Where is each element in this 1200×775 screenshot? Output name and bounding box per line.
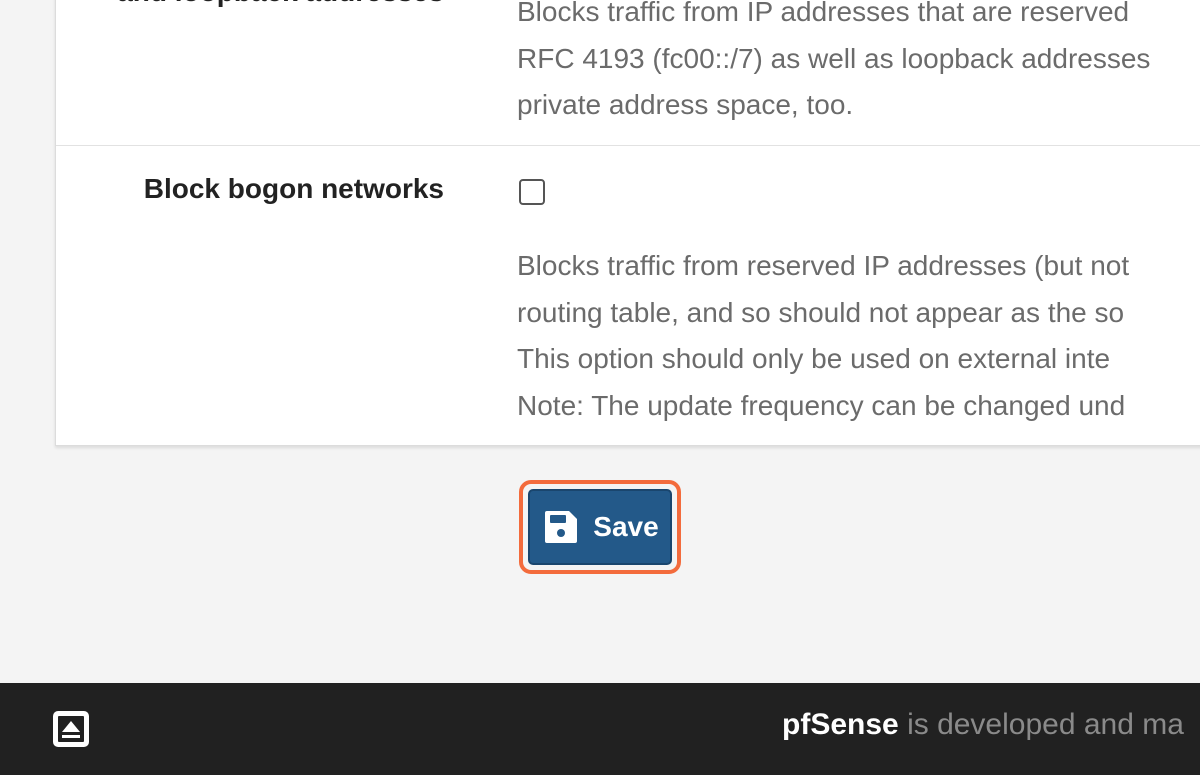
footer: pfSense is developed and ma xyxy=(0,683,1200,775)
settings-row-block-bogon: Block bogon networks Blocks traffic from… xyxy=(56,146,1200,445)
help-line: This option should only be used on exter… xyxy=(517,343,1111,374)
help-text: Blocks traffic from IP addresses that ar… xyxy=(517,0,1200,129)
save-button-highlight: Save xyxy=(519,480,681,574)
save-label: Save xyxy=(593,511,659,542)
settings-row-block-private: and loopback addresses Blocks traffic fr… xyxy=(56,0,1200,146)
help-line: RFC 4193 (fc00::/7) as well as loopback … xyxy=(517,42,1151,74)
row-label: and loopback addresses xyxy=(117,0,444,8)
footer-credit-text: is developed and ma xyxy=(907,708,1184,741)
row-field: Blocks traffic from reserved IP addresse… xyxy=(517,179,1200,429)
row-field: Blocks traffic from IP addresses that ar… xyxy=(517,0,1200,129)
help-line: routing table, and so should not appear … xyxy=(517,296,1125,328)
page: and loopback addresses Blocks traffic fr… xyxy=(0,0,1200,775)
help-line: Blocks traffic from reserved IP addresse… xyxy=(517,250,1130,281)
settings-panel: and loopback addresses Blocks traffic fr… xyxy=(55,0,1200,446)
row-label: Block bogon networks xyxy=(143,173,444,204)
pfsense-link[interactable]: pfSense xyxy=(782,708,899,741)
footer-credit: pfSense is developed and ma xyxy=(782,708,1184,742)
help-text: Blocks traffic from reserved IP addresse… xyxy=(517,243,1200,429)
save-button[interactable]: Save xyxy=(528,489,672,565)
scroll-to-top-icon[interactable] xyxy=(51,709,91,749)
floppy-disk-icon xyxy=(545,511,578,543)
help-line: private address space, too. xyxy=(517,89,854,120)
block-bogon-checkbox[interactable] xyxy=(519,179,545,205)
help-line: Blocks traffic from IP addresses that ar… xyxy=(517,0,1130,27)
help-line: Note: The update frequency can be change… xyxy=(517,389,1126,421)
